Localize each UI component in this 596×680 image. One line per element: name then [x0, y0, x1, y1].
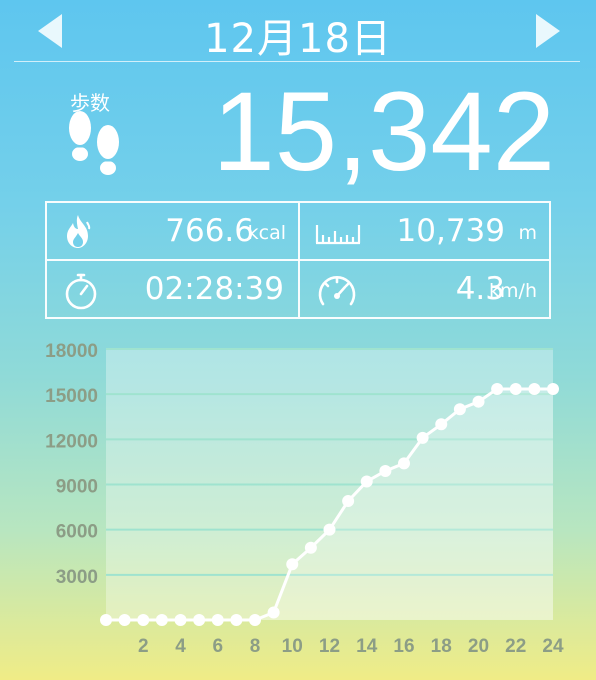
data-point — [211, 614, 224, 626]
x-tick-label: 6 — [212, 636, 223, 657]
data-point — [230, 614, 243, 626]
hourly-steps-chart: 2 4 6 8 10 12 14 16 18 20 22 24 3000600090001200015… — [45, 341, 564, 657]
data-point — [528, 383, 541, 396]
x-tick-label: 22 — [505, 636, 526, 657]
data-point — [249, 614, 261, 626]
speedometer-icon — [316, 271, 358, 315]
data-point — [416, 431, 429, 444]
data-point — [472, 395, 485, 408]
y-tick-label: 6000 — [56, 522, 98, 543]
distance-cell: 10,739 m — [300, 203, 549, 259]
step-count: 15,342 — [212, 69, 555, 194]
y-tick-label: 9000 — [56, 477, 98, 498]
data-point — [323, 523, 336, 536]
data-point — [360, 475, 373, 488]
x-tick-label: 10 — [282, 636, 303, 657]
data-point — [267, 606, 280, 619]
x-tick-label: 18 — [431, 636, 452, 657]
stats-panel: 766.6 kcal 10,739 m 02:28:39 4.3 km/h — [45, 201, 551, 319]
data-point — [509, 383, 522, 396]
calories-unit: kcal — [247, 222, 286, 244]
data-point — [174, 614, 187, 626]
data-point — [286, 558, 299, 571]
data-point — [491, 383, 504, 396]
x-tick-label: 16 — [393, 636, 414, 657]
x-tick-label: 8 — [250, 636, 261, 657]
speed-cell: 4.3 km/h — [300, 261, 549, 317]
date-title: 12月18日 — [204, 16, 392, 62]
data-point — [379, 464, 392, 477]
y-tick-label: 12000 — [45, 431, 98, 452]
x-tick-label: 20 — [468, 636, 489, 657]
calories-value: 766.6 — [165, 213, 254, 249]
x-tick-label: 24 — [542, 636, 564, 657]
ruler-icon — [314, 219, 362, 251]
distance-unit: m — [518, 222, 537, 244]
distance-value: 10,739 — [396, 213, 505, 249]
y-tick-label: 18000 — [45, 341, 98, 362]
data-point — [435, 418, 448, 431]
next-day-button[interactable] — [536, 14, 560, 48]
data-point — [342, 495, 355, 508]
data-point — [193, 614, 206, 626]
speed-unit: km/h — [489, 280, 537, 302]
data-point — [547, 383, 559, 396]
calories-cell: 766.6 kcal — [47, 203, 298, 259]
duration-value: 02:28:39 — [144, 271, 284, 307]
duration-cell: 02:28:39 — [47, 261, 298, 317]
data-point — [118, 614, 131, 626]
data-point — [398, 457, 410, 470]
footprints-icon — [62, 110, 126, 184]
stopwatch-icon — [61, 271, 101, 315]
y-tick-label: 3000 — [56, 567, 98, 588]
x-tick-label: 12 — [319, 636, 340, 657]
x-tick-label: 14 — [356, 636, 378, 657]
data-point — [100, 614, 112, 626]
x-tick-label: 2 — [138, 636, 149, 657]
data-point — [304, 541, 317, 554]
data-point — [453, 403, 466, 416]
y-tick-label: 15000 — [45, 386, 98, 407]
flame-icon — [61, 213, 95, 255]
x-tick-label: 4 — [175, 636, 186, 657]
data-point — [155, 614, 168, 626]
data-point — [137, 614, 150, 626]
